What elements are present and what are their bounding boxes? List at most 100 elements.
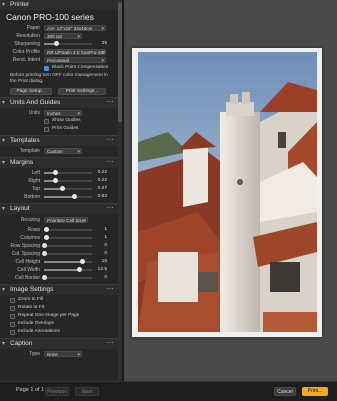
- printer-name[interactable]: Canon PRO-100 series: [0, 10, 118, 24]
- layout-section-header[interactable]: ▾ Layout ⋯: [0, 203, 118, 214]
- image-option-label: Include Annotations: [18, 329, 60, 334]
- resizing-select[interactable]: Prioritize Cell Size: [44, 217, 88, 223]
- rend-intent-label: Rend. Intent: [12, 57, 40, 63]
- color-profile-label: Color Profile: [12, 49, 40, 55]
- scrollbar-thumb[interactable]: [118, 2, 122, 122]
- print-guides-checkbox[interactable]: [44, 126, 49, 132]
- sharpening-slider[interactable]: [44, 41, 92, 46]
- layout-slider[interactable]: [42, 275, 92, 280]
- margin-label: Right: [28, 178, 40, 184]
- next-button[interactable]: Next: [75, 387, 99, 396]
- margin-label: Top: [31, 186, 40, 192]
- image-settings-section-header[interactable]: ▾ Image Settings ⋯: [0, 284, 118, 295]
- margin-slider[interactable]: [44, 170, 92, 175]
- margin-slider[interactable]: [44, 186, 92, 191]
- layout-slider[interactable]: [42, 251, 92, 256]
- panel-scrollbar[interactable]: [118, 0, 122, 381]
- more-options-icon[interactable]: ⋯: [107, 136, 115, 146]
- layout-value[interactable]: 0: [93, 274, 107, 282]
- show-guides-checkbox[interactable]: [44, 118, 49, 124]
- chevron-down-icon: ▾: [2, 206, 6, 212]
- slider-knob[interactable]: [72, 194, 77, 199]
- margin-value[interactable]: 0.22: [93, 169, 107, 177]
- margin-sliders: Left 0.22 Right 0.22 Top 0.37 Bottom 0.63: [0, 168, 118, 201]
- print-guides-label: Print Guides: [52, 126, 79, 131]
- paper-select[interactable]: A3+ 13"x19" 33x48cm: [44, 25, 106, 31]
- color-profile-row: Color Profile RR UPSatin 4.0 CanPro-100: [0, 48, 118, 56]
- margin-value[interactable]: 0.37: [93, 185, 107, 193]
- resolution-label: Resolution: [16, 33, 40, 39]
- templates-section-header[interactable]: ▾ Templates ⋯: [0, 135, 118, 146]
- slider-knob[interactable]: [42, 243, 47, 248]
- layout-value[interactable]: 0: [93, 250, 107, 258]
- layout-slider[interactable]: [44, 227, 92, 232]
- margin-value[interactable]: 0.22: [93, 177, 107, 185]
- slider-knob[interactable]: [77, 267, 82, 272]
- layout-value[interactable]: 18: [93, 258, 107, 266]
- image-option-row: Include Annotations: [0, 328, 118, 336]
- margin-slider[interactable]: [44, 178, 92, 183]
- layout-value[interactable]: 12.5: [93, 266, 107, 274]
- more-options-icon[interactable]: ⋯: [107, 158, 115, 168]
- image-option-row: Repeat One Image per Page: [0, 312, 118, 320]
- image-option-checkbox[interactable]: [10, 305, 15, 311]
- cancel-button[interactable]: Cancel: [274, 387, 296, 396]
- slider-knob[interactable]: [54, 41, 59, 46]
- units-select[interactable]: Inches: [44, 110, 82, 116]
- sharpening-label: Sharpening: [14, 41, 40, 47]
- bpc-row: Black Point Compensation: [0, 64, 118, 72]
- units-section-header[interactable]: ▾ Units And Guides ⋯: [0, 97, 118, 108]
- print-button[interactable]: Print...: [302, 387, 328, 396]
- slider-knob[interactable]: [44, 227, 49, 232]
- slider-knob[interactable]: [53, 178, 58, 183]
- slider-knob[interactable]: [44, 235, 49, 240]
- margins-section-header[interactable]: ▾ Margins ⋯: [0, 157, 118, 168]
- printer-section-header[interactable]: ▾ Printer: [0, 0, 118, 10]
- image-option-checkbox[interactable]: [10, 329, 15, 335]
- previous-button[interactable]: Previous: [45, 387, 69, 396]
- units-row: Units Inches: [0, 109, 118, 117]
- margin-slider[interactable]: [44, 194, 92, 199]
- layout-slider[interactable]: [42, 243, 92, 248]
- layout-slider[interactable]: [44, 267, 92, 272]
- more-options-icon[interactable]: ⋯: [107, 98, 115, 108]
- layout-slider[interactable]: [44, 235, 92, 240]
- image-option-checkbox[interactable]: [10, 297, 15, 303]
- layout-value[interactable]: 1: [93, 234, 107, 242]
- layout-value[interactable]: 0: [93, 242, 107, 250]
- image-option-row: Zoom to Fill: [0, 296, 118, 304]
- more-options-icon[interactable]: ⋯: [107, 204, 115, 214]
- caption-type-select[interactable]: None: [44, 351, 82, 357]
- rend-intent-select[interactable]: Perceptual: [44, 57, 106, 63]
- layout-row: Cell Height 18: [0, 258, 118, 266]
- more-options-icon[interactable]: ⋯: [107, 285, 115, 295]
- margin-value[interactable]: 0.63: [93, 193, 107, 201]
- layout-row: Row Spacing 0: [0, 242, 118, 250]
- template-select[interactable]: Custom: [44, 148, 82, 154]
- slider-knob[interactable]: [53, 170, 58, 175]
- footer-bar: Page 1 of 1 Previous Next Cancel Print..…: [0, 381, 337, 401]
- resolution-select[interactable]: 300 ppi: [44, 33, 82, 39]
- slider-knob[interactable]: [42, 251, 47, 256]
- caption-type-row: Type None: [0, 350, 118, 358]
- color-profile-select[interactable]: RR UPSatin 4.0 CanPro-100: [44, 49, 106, 55]
- layout-value[interactable]: 1: [93, 226, 107, 234]
- slider-knob[interactable]: [60, 186, 65, 191]
- more-options-icon[interactable]: ⋯: [107, 339, 115, 349]
- sharpening-value[interactable]: 25: [93, 40, 107, 48]
- image-settings-section-title: Image Settings: [10, 286, 54, 293]
- paper-label: Paper: [26, 25, 40, 31]
- image-option-checkbox[interactable]: [10, 321, 15, 327]
- bpc-checkbox[interactable]: [44, 65, 49, 71]
- chevron-down-icon: ▾: [2, 138, 6, 144]
- image-option-row: Rotate to Fit: [0, 304, 118, 312]
- slider-knob[interactable]: [42, 275, 47, 280]
- layout-slider[interactable]: [44, 259, 92, 264]
- image-option-checkbox[interactable]: [10, 313, 15, 319]
- page-setup-button[interactable]: Page Setup...: [10, 88, 52, 95]
- caption-section-header[interactable]: ▾ Caption ⋯: [0, 338, 118, 349]
- margin-row: Left 0.22: [0, 169, 118, 177]
- print-settings-button[interactable]: Print Settings...: [58, 88, 106, 95]
- slider-knob[interactable]: [80, 259, 85, 264]
- paper-preview: [132, 48, 322, 337]
